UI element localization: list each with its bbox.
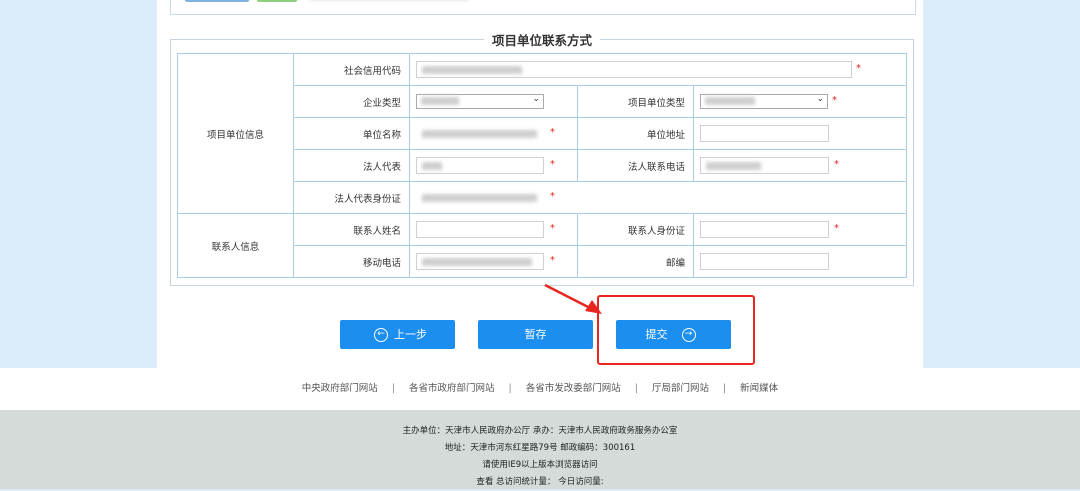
footer-link-provincial[interactable]: 各省市政府部门网站 bbox=[409, 383, 495, 394]
footer-separator: | bbox=[391, 383, 396, 394]
previous-section-box bbox=[170, 0, 916, 15]
save-draft-label: 暂存 bbox=[524, 328, 547, 341]
table-row: 联系人信息 联系人姓名 * 联系人身份证 * bbox=[177, 213, 908, 278]
credit-code-cell: * bbox=[408, 53, 908, 86]
footer-link-central[interactable]: 中央政府部门网站 bbox=[302, 383, 378, 394]
label-enterprise-type: 企业类型 bbox=[293, 85, 410, 118]
label-legal-phone: 法人联系电话 bbox=[577, 149, 694, 182]
section-legend: 项目单位联系方式 bbox=[491, 33, 592, 48]
enterprise-type-select[interactable]: ⌄ bbox=[416, 94, 544, 109]
arrow-right-circle-icon: → bbox=[681, 328, 696, 342]
footer-separator: | bbox=[722, 383, 727, 394]
footer-links: 中央政府部门网站 | 各省市政府部门网站 | 各省市发改委部门网站 | 厅局部门网站 | 新闻媒… bbox=[0, 368, 1080, 410]
contact-id-input[interactable] bbox=[700, 221, 829, 238]
footer: 主办单位：天津市人民政府办公厅 承办：天津市人民政府政务服务办公室 地址：天津市… bbox=[0, 410, 1080, 489]
enterprise-type-cell: ⌄ bbox=[409, 85, 578, 118]
required-mark: * bbox=[856, 63, 861, 74]
label-unit-name: 单位名称 bbox=[293, 117, 410, 150]
footer-link-ndrc[interactable]: 各省市发改委部门网站 bbox=[526, 383, 621, 394]
chevron-down-icon: ⌄ bbox=[532, 94, 540, 104]
legal-id-cell: * bbox=[408, 181, 908, 214]
contact-id-cell: * bbox=[692, 213, 908, 246]
label-postcode: 邮编 bbox=[577, 245, 694, 278]
label-credit-code: 社会信用代码 bbox=[293, 53, 410, 86]
contact-form-table: 项目单位信息 社会信用代码 * 企业类型 ⌄ 项目单位类型 ⌄ * 单位名称 *… bbox=[177, 53, 908, 278]
submit-label: 提交 bbox=[645, 328, 668, 341]
legal-rep-input[interactable] bbox=[416, 157, 544, 174]
required-mark: * bbox=[834, 223, 839, 234]
mobile-cell: * bbox=[409, 245, 578, 278]
legal-phone-input[interactable] bbox=[700, 157, 829, 174]
save-draft-button[interactable]: 暂存 bbox=[478, 320, 593, 349]
required-mark: * bbox=[550, 127, 555, 138]
group-contact-info: 联系人信息 bbox=[177, 213, 294, 278]
legal-phone-cell: * bbox=[692, 149, 908, 182]
required-mark: * bbox=[550, 223, 555, 234]
label-contact-name: 联系人姓名 bbox=[293, 213, 410, 246]
footer-link-media[interactable]: 新闻媒体 bbox=[740, 383, 778, 394]
label-mobile: 移动电话 bbox=[293, 245, 410, 278]
required-mark: * bbox=[832, 95, 837, 106]
footer-link-bureaus[interactable]: 厅局部门网站 bbox=[652, 383, 709, 394]
required-mark: * bbox=[550, 159, 555, 170]
required-mark: * bbox=[834, 159, 839, 170]
mobile-input[interactable] bbox=[416, 253, 544, 270]
footer-visit-stats: 查看 总访问统计量： 今日访问量: bbox=[476, 477, 604, 487]
footer-separator: | bbox=[634, 383, 638, 394]
legal-id-input[interactable] bbox=[416, 189, 544, 206]
unit-address-input[interactable] bbox=[700, 125, 829, 142]
contact-name-input[interactable] bbox=[416, 221, 544, 238]
chevron-down-icon: ⌄ bbox=[816, 94, 824, 104]
submit-button[interactable]: 提交 → bbox=[616, 320, 731, 349]
credit-code-input[interactable] bbox=[416, 61, 852, 78]
legal-rep-cell: * bbox=[409, 149, 578, 182]
table-row: 项目单位信息 社会信用代码 * bbox=[177, 53, 908, 214]
contact-name-cell: * bbox=[409, 213, 578, 246]
label-legal-id: 法人代表身份证 bbox=[293, 181, 410, 214]
unit-name-cell: * bbox=[409, 117, 578, 150]
footer-sponsor: 主办单位：天津市人民政府办公厅 承办：天津市人民政府政务服务办公室 bbox=[402, 426, 678, 436]
arrow-left-circle-icon: ← bbox=[374, 328, 388, 342]
label-legal-rep: 法人代表 bbox=[293, 149, 410, 182]
unit-address-cell bbox=[692, 117, 908, 150]
label-contact-id: 联系人身份证 bbox=[577, 213, 694, 246]
footer-separator: | bbox=[508, 383, 512, 394]
required-mark: * bbox=[550, 191, 555, 202]
project-unit-type-cell: ⌄ * bbox=[692, 85, 908, 118]
prev-step-button[interactable]: ← 上一步 bbox=[340, 320, 455, 349]
prev-step-label: 上一步 bbox=[394, 328, 427, 341]
project-unit-type-select[interactable]: ⌄ bbox=[700, 94, 828, 109]
label-project-unit-type: 项目单位类型 bbox=[577, 85, 694, 118]
label-unit-address: 单位地址 bbox=[577, 117, 694, 150]
postcode-cell bbox=[692, 245, 908, 278]
previous-section-button-blue[interactable] bbox=[185, 0, 249, 2]
postcode-input[interactable] bbox=[700, 253, 829, 270]
unit-name-input[interactable] bbox=[416, 125, 544, 142]
required-mark: * bbox=[550, 255, 555, 266]
footer-browser-note: 请使用IE9以上版本浏览器访问 bbox=[482, 460, 598, 470]
previous-section-button-green[interactable] bbox=[257, 0, 297, 2]
group-project-unit-info: 项目单位信息 bbox=[177, 53, 294, 214]
footer-address: 地址：天津市河东红星路79号 邮政编码：300161 bbox=[444, 443, 636, 453]
